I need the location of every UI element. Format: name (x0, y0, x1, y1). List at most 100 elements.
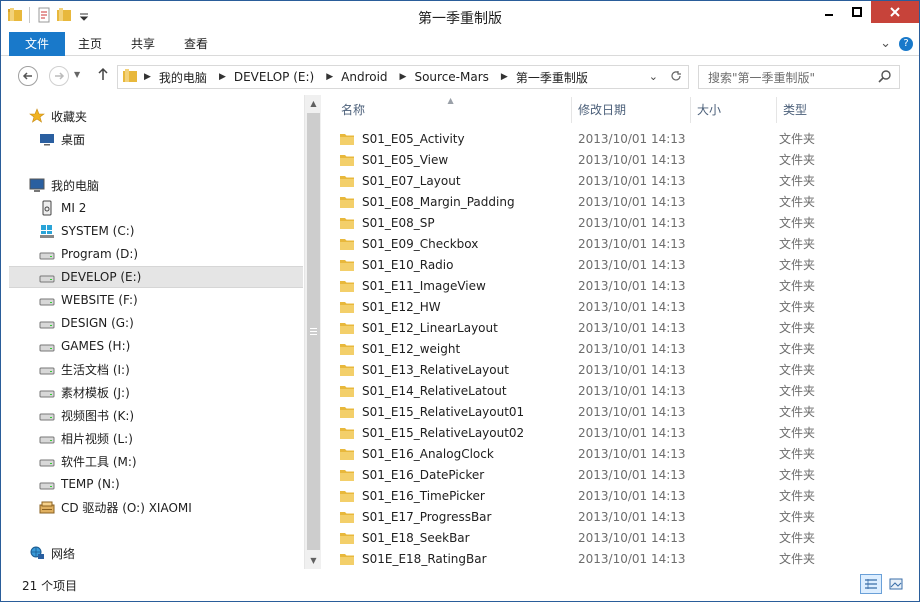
breadcrumb-drive[interactable]: DEVELOP (E:) (234, 70, 314, 84)
file-name-cell[interactable]: S01_E11_ImageView (324, 279, 572, 293)
file-name-cell[interactable]: S01_E09_Checkbox (324, 237, 572, 251)
minimize-button[interactable] (815, 1, 843, 23)
nav-item-photos-l[interactable]: 相片视频 (L:) (9, 427, 303, 449)
tab-home[interactable]: 主页 (67, 32, 113, 56)
nav-item-desktop[interactable]: 桌面 (9, 128, 303, 150)
breadcrumb-source-mars[interactable]: Source-Mars (414, 70, 488, 84)
breadcrumb-chevron-icon[interactable]: ▶ (501, 72, 508, 82)
nav-item-design-g[interactable]: DESIGN (G:) (9, 312, 303, 334)
table-row[interactable]: S01_E11_ImageView 2013/10/01 14:13 文件夹 (324, 275, 918, 296)
breadcrumb-computer[interactable]: 我的电脑 (159, 69, 207, 86)
table-row[interactable]: S01_E08_Margin_Padding 2013/10/01 14:13 文件… (324, 191, 918, 212)
column-header-size[interactable]: 大小 (691, 97, 777, 123)
scroll-down-arrow-icon[interactable]: ▼ (305, 552, 322, 569)
file-name-cell[interactable]: S01_E16_TimePicker (324, 489, 572, 503)
back-button[interactable] (18, 66, 38, 86)
close-button[interactable] (871, 1, 919, 23)
nav-computer-label: 我的电脑 (51, 178, 100, 193)
file-name-cell[interactable]: S01_E17_ProgressBar (324, 510, 572, 524)
nav-item-templates-j[interactable]: 素材模板 (J:) (9, 381, 303, 403)
nav-computer[interactable]: 我的电脑 (9, 174, 303, 196)
nav-network[interactable]: 网络 (9, 542, 303, 564)
file-name-cell[interactable]: S01_E12_weight (324, 342, 572, 356)
file-name-cell[interactable]: S01_E08_Margin_Padding (324, 195, 572, 209)
address-field[interactable]: ▶ 我的电脑 ▶ DEVELOP (E:) ▶ Android ▶ Source… (117, 65, 689, 89)
breadcrumb-chevron-icon[interactable]: ▶ (326, 72, 333, 82)
tab-file[interactable]: 文件 (9, 32, 65, 56)
file-name-cell[interactable]: S01_E08_SP (324, 216, 572, 230)
tab-share[interactable]: 共享 (120, 32, 166, 56)
nav-item-website-f[interactable]: WEBSITE (F:) (9, 289, 303, 311)
nav-item-life-docs-i[interactable]: 生活文档 (I:) (9, 358, 303, 380)
nav-item-games-h[interactable]: GAMES (H:) (9, 335, 303, 357)
table-row[interactable]: S01_E12_LinearLayout 2013/10/01 14:13 文件夹 (324, 317, 918, 338)
tab-view[interactable]: 查看 (173, 32, 219, 56)
nav-item-tools-m[interactable]: 软件工具 (M:) (9, 450, 303, 472)
column-header-date[interactable]: 修改日期 (572, 97, 691, 123)
nav-item-develop-e[interactable]: DEVELOP (E:) (9, 266, 303, 288)
table-row[interactable]: S01_E07_Layout 2013/10/01 14:13 文件夹 (324, 170, 918, 191)
nav-item-program-d[interactable]: Program (D:) (9, 243, 303, 265)
up-button[interactable] (97, 67, 109, 85)
column-header-name[interactable]: ▲ 名称 (324, 96, 572, 123)
nav-item-temp-n[interactable]: TEMP (N:) (9, 473, 303, 495)
file-name-cell[interactable]: S01_E16_AnalogClock (324, 447, 572, 461)
nav-item-mi2[interactable]: MI 2 (9, 197, 303, 219)
help-button[interactable]: ? (899, 36, 913, 51)
scrollbar-thumb[interactable] (307, 113, 320, 550)
nav-item-video-books-k[interactable]: 视频图书 (K:) (9, 404, 303, 426)
file-name-cell[interactable]: S01_E14_RelativeLatout (324, 384, 572, 398)
nav-item-system-c[interactable]: SYSTEM (C:) (9, 220, 303, 242)
table-row[interactable]: S01_E09_Checkbox 2013/10/01 14:13 文件夹 (324, 233, 918, 254)
details-view-button[interactable] (860, 574, 882, 594)
table-row[interactable]: S01_E18_SeekBar 2013/10/01 14:13 文件夹 (324, 527, 918, 548)
table-row[interactable]: S01_E10_Radio 2013/10/01 14:13 文件夹 (324, 254, 918, 275)
table-row[interactable]: S01_E13_RelativeLayout 2013/10/01 14:13 文件… (324, 359, 918, 380)
forward-button[interactable] (49, 66, 69, 86)
table-row[interactable]: S01_E16_AnalogClock 2013/10/01 14:13 文件夹 (324, 443, 918, 464)
file-name-cell[interactable]: S01_E05_View (324, 153, 572, 167)
file-name-cell[interactable]: S01_E10_Radio (324, 258, 572, 272)
file-name-cell[interactable]: S01_E07_Layout (324, 174, 572, 188)
maximize-button[interactable] (843, 1, 871, 23)
file-name-cell[interactable]: S01_E13_RelativeLayout (324, 363, 572, 377)
table-row[interactable]: S01_E05_View 2013/10/01 14:13 文件夹 (324, 149, 918, 170)
nav-favorites[interactable]: 收藏夹 (9, 105, 303, 127)
file-name-cell[interactable]: S01_E05_Activity (324, 132, 572, 146)
file-name-cell[interactable]: S01_E15_RelativeLayout02 (324, 426, 572, 440)
nav-pane-scrollbar[interactable]: ▲ ▼ (304, 95, 321, 569)
scroll-up-arrow-icon[interactable]: ▲ (305, 95, 322, 112)
file-name-cell[interactable]: S01_E15_RelativeLayout01 (324, 405, 572, 419)
column-header-type[interactable]: 类型 (777, 97, 897, 123)
large-icons-view-button[interactable] (885, 574, 907, 594)
table-row[interactable]: S01_E15_RelativeLayout02 2013/10/01 14:13… (324, 422, 918, 443)
ribbon-expand-button[interactable]: ⌄ (880, 36, 891, 51)
table-row[interactable]: S01_E14_RelativeLatout 2013/10/01 14:13 文件… (324, 380, 918, 401)
table-row[interactable]: S01_E16_DatePicker 2013/10/01 14:13 文件夹 (324, 464, 918, 485)
table-row[interactable]: S01_E15_RelativeLayout01 2013/10/01 14:13… (324, 401, 918, 422)
table-row[interactable]: S01E_E18_RatingBar 2013/10/01 14:13 文件夹 (324, 548, 918, 569)
table-row[interactable]: S01_E12_weight 2013/10/01 14:13 文件夹 (324, 338, 918, 359)
search-icon[interactable] (878, 69, 892, 86)
breadcrumb-current-folder[interactable]: 第一季重制版 (516, 69, 588, 86)
breadcrumb-chevron-icon[interactable]: ▶ (144, 72, 151, 82)
table-row[interactable]: S01_E08_SP 2013/10/01 14:13 文件夹 (324, 212, 918, 233)
file-name-cell[interactable]: S01_E12_LinearLayout (324, 321, 572, 335)
file-name-cell[interactable]: S01_E16_DatePicker (324, 468, 572, 482)
nav-item-cd-drive-o[interactable]: CD 驱动器 (O:) XIAOMI (9, 496, 303, 518)
table-row[interactable]: S01_E16_TimePicker 2013/10/01 14:13 文件夹 (324, 485, 918, 506)
navigation-pane: 收藏夹 桌面 我的电脑 MI 2 SYSTEM (C:) Program (D:… (9, 95, 303, 569)
table-row[interactable]: S01_E17_ProgressBar 2013/10/01 14:13 文件夹 (324, 506, 918, 527)
address-dropdown-icon[interactable]: ⌄ (649, 70, 658, 85)
search-input[interactable]: 搜索"第一季重制版" (698, 65, 900, 89)
file-name-cell[interactable]: S01E_E18_RatingBar (324, 552, 572, 566)
table-row[interactable]: S01_E12_HW 2013/10/01 14:13 文件夹 (324, 296, 918, 317)
recent-locations-chevron-icon[interactable]: ▼ (74, 70, 80, 79)
file-name-cell[interactable]: S01_E12_HW (324, 300, 572, 314)
file-name-cell[interactable]: S01_E18_SeekBar (324, 531, 572, 545)
breadcrumb-chevron-icon[interactable]: ▶ (400, 72, 407, 82)
refresh-icon[interactable] (670, 70, 682, 85)
breadcrumb-android[interactable]: Android (341, 70, 387, 84)
breadcrumb-chevron-icon[interactable]: ▶ (219, 72, 226, 82)
table-row[interactable]: S01_E05_Activity 2013/10/01 14:13 文件夹 (324, 128, 918, 149)
